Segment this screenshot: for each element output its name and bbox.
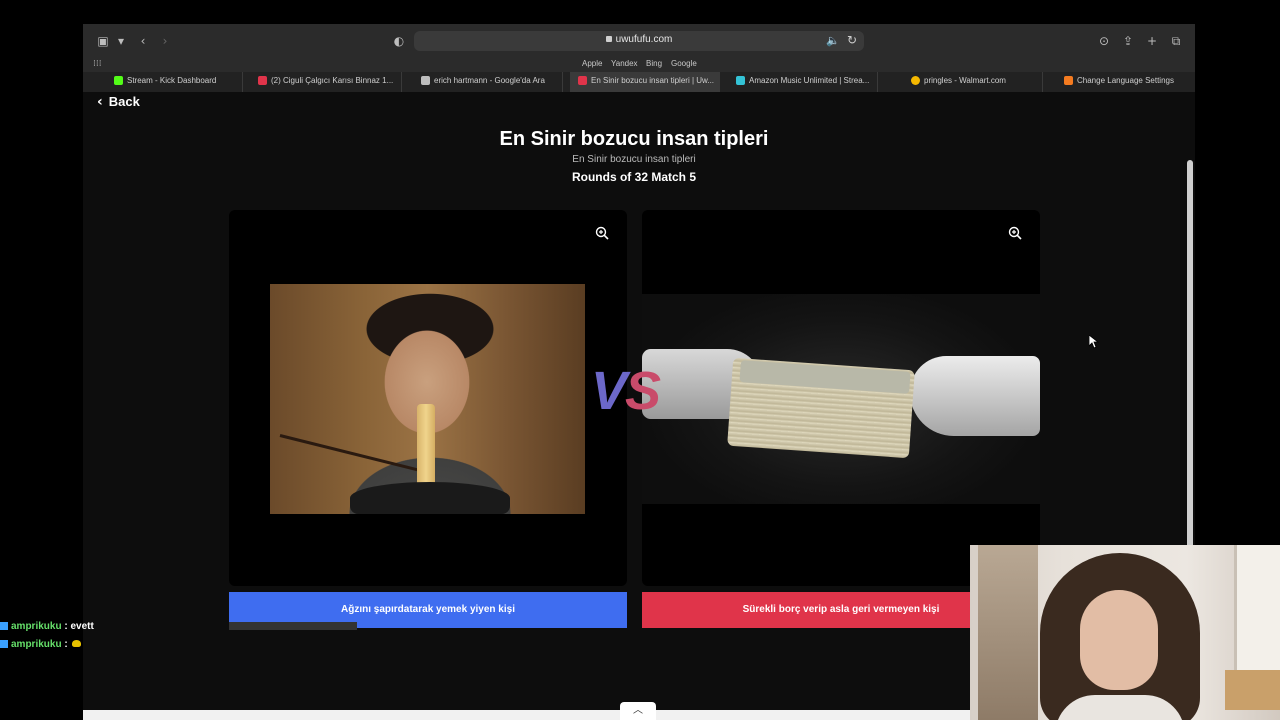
vs-v: V: [591, 361, 627, 421]
chat-username: amprikuku: [11, 639, 62, 650]
tab-label: Amazon Music Unlimited | Strea...: [749, 76, 870, 85]
scroll-up-button[interactable]: ︿: [620, 702, 656, 720]
tab-label: Change Language Settings: [1077, 76, 1174, 85]
bowl: [350, 482, 510, 514]
right-hand: [910, 356, 1040, 436]
tab-youtube[interactable]: (2) Ciguli Çalgıcı Karısı Binnaz 1...: [250, 72, 402, 92]
uwufufu-favicon: [578, 76, 587, 85]
webcam-person-face: [1080, 590, 1158, 690]
noodle-eating-image[interactable]: [270, 284, 585, 514]
download-icon[interactable]: ⊙: [1096, 33, 1112, 49]
sidebar-toggle-icon[interactable]: ▣: [95, 33, 111, 49]
kick-user-icon: [0, 622, 8, 630]
chevron-down-icon[interactable]: ▾: [113, 33, 129, 49]
tab-uwufufu[interactable]: En Sinir bozucu insan tipleri | Uw...: [570, 72, 720, 92]
tab-google-search[interactable]: erich hartmann - Google'da Ara: [413, 72, 563, 92]
speaker-icon[interactable]: 🔈: [826, 34, 840, 47]
chat-username: amprikuku: [11, 621, 62, 632]
page-subtitle: En Sinir bozucu insan tipleri: [572, 154, 696, 165]
kick-user-icon: [0, 640, 8, 648]
back-nav-icon[interactable]: ‹: [135, 33, 151, 49]
tab-label: En Sinir bozucu insan tipleri | Uw...: [591, 76, 715, 85]
chat-message: amprikuku : evett: [0, 621, 94, 632]
walmart-favicon: [911, 76, 920, 85]
noodles: [417, 404, 435, 494]
favorite-bing[interactable]: Bing: [646, 59, 662, 68]
shield-icon[interactable]: ◐: [391, 33, 407, 49]
browser-toolbar: ▣ ▾ ‹ › ◐ uwufufu.com 🔈 ↻ ⊙ ⇪ + ⧉: [83, 24, 1195, 58]
chat-message: amprikuku :: [0, 639, 81, 650]
chat-text: : evett: [64, 621, 94, 632]
webcam-shelf: [978, 545, 1038, 720]
grid-icon[interactable]: ⁞⁞⁞: [93, 59, 102, 69]
page-title: En Sinir bozucu insan tipleri: [499, 128, 769, 150]
back-label: Back: [108, 94, 140, 109]
favorites-bar: ⁞⁞⁞ Apple Yandex Bing Google: [83, 58, 1195, 72]
new-tab-icon[interactable]: +: [1144, 33, 1160, 49]
webcam-door: [1234, 545, 1280, 685]
tab-walmart[interactable]: pringles - Walmart.com: [903, 72, 1043, 92]
tab-language-settings[interactable]: Change Language Settings: [1056, 72, 1195, 92]
right-choice-card[interactable]: [642, 210, 1040, 586]
favorite-yandex[interactable]: Yandex: [611, 59, 638, 68]
tab-amazon-music[interactable]: Amazon Music Unlimited | Strea...: [728, 72, 878, 92]
webcam-overlay: [970, 545, 1280, 720]
youtube-favicon: [258, 76, 267, 85]
forward-nav-icon[interactable]: ›: [157, 33, 173, 49]
amazon-music-favicon: [736, 76, 745, 85]
share-icon[interactable]: ⇪: [1120, 33, 1136, 49]
chat-overlay-bar: [229, 622, 357, 630]
favorite-google[interactable]: Google: [671, 59, 697, 68]
emote-icon: [71, 640, 81, 647]
zoom-in-icon[interactable]: [595, 226, 609, 240]
zoom-in-icon[interactable]: [1008, 226, 1022, 240]
chevron-left-icon: ‹: [97, 94, 103, 110]
webcam-couch: [1225, 670, 1280, 710]
mouse-cursor-icon: [1089, 335, 1099, 349]
chat-text: :: [64, 639, 68, 650]
tab-label: (2) Ciguli Çalgıcı Karısı Binnaz 1...: [271, 76, 394, 85]
tab-label: pringles - Walmart.com: [924, 76, 1006, 85]
tab-kick-dashboard[interactable]: Stream - Kick Dashboard: [106, 72, 243, 92]
settings-favicon: [1064, 76, 1073, 85]
tab-label: Stream - Kick Dashboard: [127, 76, 217, 85]
lock-icon: [605, 36, 612, 43]
tab-bar: Stream - Kick Dashboard (2) Ciguli Çalgı…: [83, 72, 1195, 92]
left-choice-card[interactable]: [229, 210, 627, 586]
favorite-apple[interactable]: Apple: [582, 59, 602, 68]
round-indicator: Rounds of 32 Match 5: [571, 170, 696, 184]
address-bar[interactable]: uwufufu.com 🔈 ↻: [414, 31, 864, 51]
google-favicon: [421, 76, 430, 85]
kick-favicon: [114, 76, 123, 85]
tab-label: erich hartmann - Google'da Ara: [434, 76, 545, 85]
vs-label: VS: [591, 360, 661, 422]
tab-overview-icon[interactable]: ⧉: [1168, 33, 1184, 49]
reload-icon[interactable]: ↻: [847, 33, 857, 47]
chopsticks: [279, 434, 426, 474]
money-handover-image[interactable]: [642, 294, 1040, 504]
back-button[interactable]: ‹ Back: [97, 94, 140, 110]
url-text: uwufufu.com: [615, 34, 673, 45]
vs-s: S: [625, 361, 661, 421]
